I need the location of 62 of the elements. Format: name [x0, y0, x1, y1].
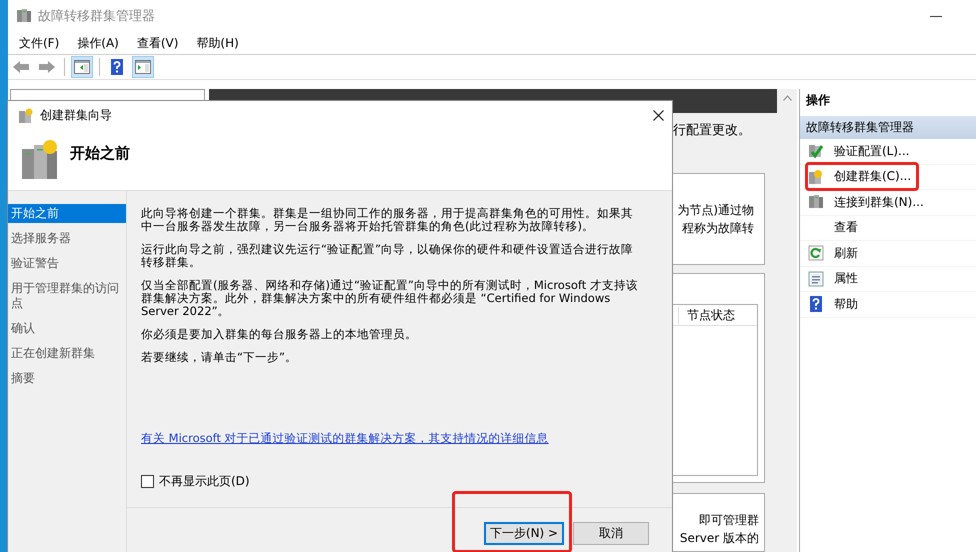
servers-icon [20, 139, 60, 181]
panel-text: Server 版本的 [680, 530, 759, 547]
action-item[interactable]: 刷新 [834, 246, 858, 260]
properties-icon [808, 270, 824, 287]
action-row[interactable]: 刷新 [800, 241, 976, 266]
action-item[interactable]: 创建群集(C)... [834, 169, 912, 184]
validate-icon [808, 143, 824, 160]
menu-item[interactable]: 文件(F) [10, 34, 68, 52]
page-heading: 开始之前 [70, 144, 130, 162]
action-item[interactable]: 查看 [834, 220, 858, 234]
action-item[interactable]: 属性 [834, 271, 858, 286]
wizard-icon [18, 108, 34, 124]
action-item[interactable]: 帮助 [834, 296, 858, 311]
servers-icon [808, 194, 824, 210]
scroll-up-icon [782, 95, 792, 101]
wizard-step[interactable]: 用于管理群集的访问点 [8, 279, 126, 313]
menu-item[interactable]: 帮助(H) [187, 34, 248, 52]
menu-item[interactable]: 操作(A) [68, 34, 128, 52]
pane-title: 操作 [804, 92, 831, 109]
column-header[interactable]: 节点状态 [678, 306, 757, 324]
forward-arrow-icon[interactable] [38, 59, 56, 75]
dialog-title: 创建群集向导 [40, 107, 113, 124]
action-row[interactable]: 属性 [800, 266, 976, 292]
paragraph: 此向导将创建一个群集。群集是一组协同工作的服务器，用于提高群集角色的可用性。如果其中一台服务器发生故障，另一台服务器将开始托管群集的角色(此过程称为故障转移)。 [141, 207, 634, 233]
panel-text: 程称为故障转 [682, 220, 754, 237]
action-row[interactable]: 帮助 [800, 292, 976, 318]
paragraph: 若要继续，请单击“下一步”。 [141, 351, 298, 364]
panel-text: 即可管理群 [699, 512, 759, 529]
paragraph: 仅当全部配置(服务器、网络和存储)通过“验证配置”向导中的所有测试时，Microsoft 才支持该群集解决方案。此外，群集解决方案中的所有硬件组件都必须是 “Certified for Windows Server 2022”。 [141, 279, 639, 318]
window-title: 故障转移群集管理器 [38, 8, 156, 25]
wizard-step[interactable]: 选择服务器 [8, 229, 126, 248]
wizard-step[interactable]: 摘要 [8, 369, 126, 388]
wizard-step[interactable]: 开始之前 [8, 204, 126, 223]
wizard-step[interactable]: 验证警告 [8, 254, 126, 273]
paragraph: 运行此向导之前，强烈建议先运行“验证配置”向导，以确保你的硬件和硬件设置适合进行故障转移群集。 [141, 243, 634, 269]
help-icon [808, 296, 824, 312]
refresh-icon [808, 245, 824, 262]
pane-toggle-icon[interactable] [135, 60, 151, 74]
back-arrow-icon[interactable] [12, 59, 30, 75]
dialog-button[interactable]: 取消 [573, 522, 649, 545]
action-row[interactable]: 连接到群集(N)... [800, 190, 976, 216]
pane-toggle-icon[interactable] [74, 60, 90, 74]
checkbox[interactable] [141, 474, 154, 488]
toolbar-button[interactable] [132, 56, 154, 78]
action-row[interactable]: 查看 [800, 216, 976, 241]
section-header[interactable]: 故障转移群集管理器 [800, 116, 976, 139]
action-row[interactable]: 验证配置(L)... [800, 139, 976, 164]
wizard-step[interactable]: 确认 [8, 319, 126, 338]
action-item[interactable]: 连接到群集(N)... [834, 194, 924, 209]
paragraph: 你必须是要加入群集的每台服务器上的本地管理员。 [141, 328, 418, 341]
app-icon [16, 8, 32, 24]
toolbar-button[interactable] [71, 56, 93, 78]
action-item[interactable]: 验证配置(L)... [834, 144, 910, 158]
dialog-button[interactable]: 下一步(N) > [484, 522, 564, 545]
details-link[interactable]: 有关 Microsoft 对于已通过验证测试的群集解决方案，其支持情况的详细信息 [141, 431, 549, 445]
server-star-icon [808, 168, 824, 185]
description-text: 行配置更改。 [673, 122, 751, 140]
close-icon[interactable] [653, 110, 664, 121]
checkbox-label[interactable]: 不再显示此页(D) [159, 472, 250, 490]
wizard-step[interactable]: 正在创建新群集 [8, 344, 126, 363]
menu-item[interactable]: 查看(V) [128, 34, 188, 52]
panel-text: 为节点)通过物 [677, 202, 754, 219]
